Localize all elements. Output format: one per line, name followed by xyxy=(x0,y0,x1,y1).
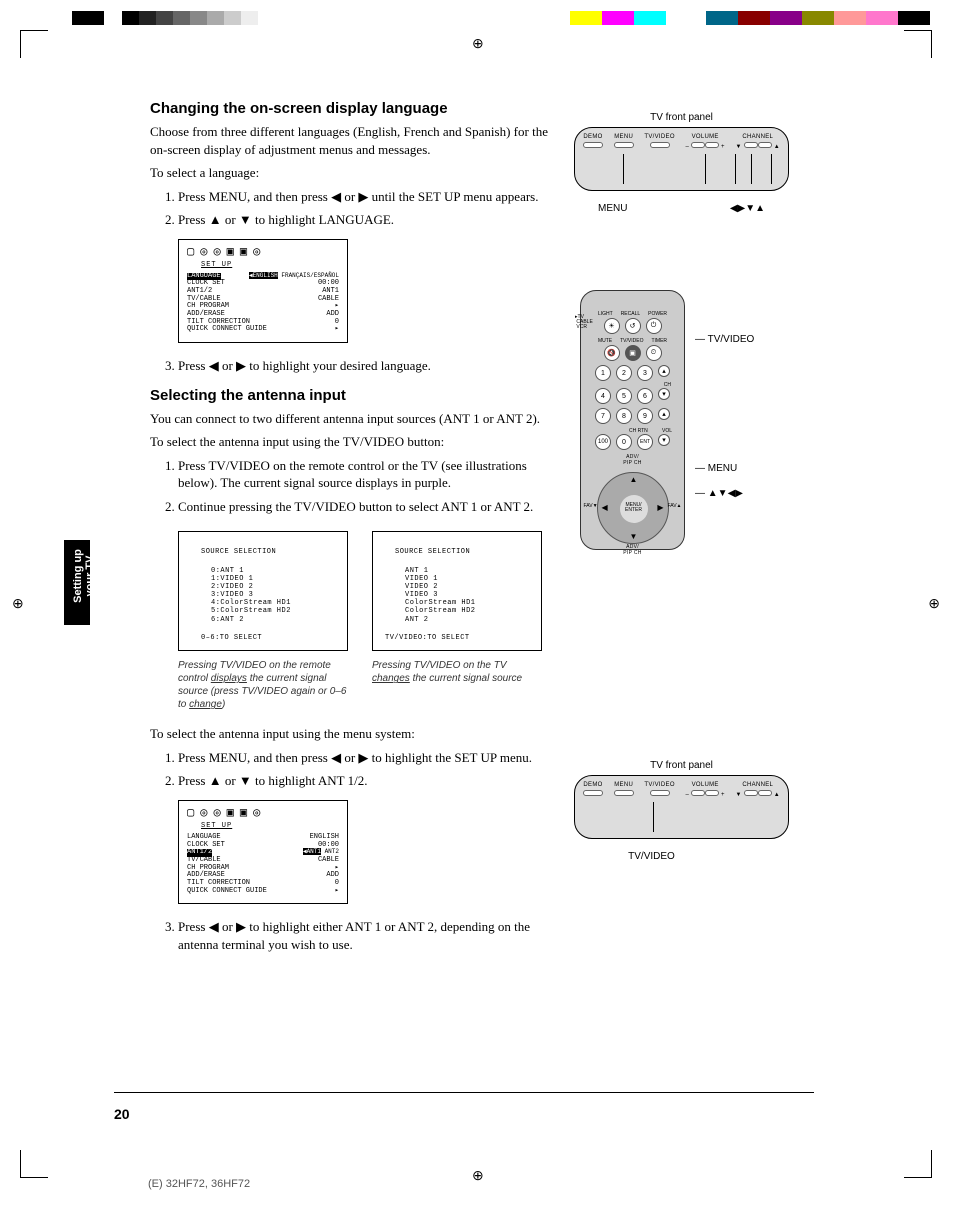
tv-panel-tvvideo-label: TV/VIDEO xyxy=(514,851,789,862)
ent-button: ENT xyxy=(637,434,653,450)
light-button: ☀ xyxy=(604,318,620,334)
menu-enter-button: MENU/ ENTER xyxy=(620,495,648,523)
num-5: 5 xyxy=(616,388,632,404)
section1-intro: Choose from three different languages (E… xyxy=(150,123,550,158)
registration-mark-left: ⊕ xyxy=(12,596,24,613)
num-0: 0 xyxy=(616,434,632,450)
section2-stepA1: Press TV/VIDEO on the remote control or … xyxy=(178,457,550,492)
crop-mark xyxy=(904,1150,932,1178)
recall-button: ↺ xyxy=(625,318,641,334)
onscreen-menu-language: ▢◎◎▣▣◎ SET UP LANGUAGE◀ENGLISH FRANÇAIS/… xyxy=(178,239,348,343)
section2-stepB3: Press ◀ or ▶ to highlight either ANT 1 o… xyxy=(178,918,550,953)
ch-down: ▾ xyxy=(658,388,670,400)
tv-front-panel-diagram-2: TV front panel DEMO MENU TV/VIDEO VOLUME… xyxy=(574,760,789,862)
num-3: 3 xyxy=(637,365,653,381)
tv-panel-menu-label: MENU xyxy=(598,203,627,214)
tv-front-panel-diagram-1: TV front panel DEMO MENU TV/VIDEO VOLUME… xyxy=(574,112,789,214)
num-6: 6 xyxy=(637,388,653,404)
remote-switch: ▸TV CABLE VCR xyxy=(575,315,593,330)
section2-stepB1: Press MENU, and then press ◀ or ▶ to hig… xyxy=(178,749,550,767)
section2-leadB: To select the antenna input using the me… xyxy=(150,725,550,743)
section2-leadA: To select the antenna input using the TV… xyxy=(150,433,550,451)
crop-mark xyxy=(20,30,48,58)
src-lines: ANT 1 VIDEO 1 VIDEO 2 VIDEO 3 ColorStrea… xyxy=(405,567,531,623)
chapter-tab: Setting up your TV xyxy=(64,540,90,625)
tv-panel-title: TV front panel xyxy=(574,112,789,123)
chapter-tab-line2: your TV xyxy=(84,536,96,616)
section1-step3: Press ◀ or ▶ to highlight your desired l… xyxy=(178,357,550,375)
section1-lead: To select a language: xyxy=(150,164,550,182)
num-8: 8 xyxy=(616,408,632,424)
num-7: 7 xyxy=(595,408,611,424)
mute-button: 🔇 xyxy=(604,345,620,361)
num-9: 9 xyxy=(637,408,653,424)
vol-down: ▾ xyxy=(658,434,670,446)
source-selection-tv: SOURCE SELECTION ANT 1 VIDEO 1 VIDEO 2 V… xyxy=(372,531,542,651)
remote-label-tvvideo: TV/VIDEO xyxy=(708,334,755,345)
page-rule xyxy=(114,1092,814,1093)
timer-button: ⏲ xyxy=(646,345,662,361)
section1-heading: Changing the on-screen display language xyxy=(150,100,550,117)
registration-mark-right: ⊕ xyxy=(928,596,940,613)
power-button: ⏻ xyxy=(646,318,662,334)
print-color-bar xyxy=(0,11,954,25)
onscreen-menu-antenna: ▢◎◎▣▣◎ SET UP LANGUAGEENGLISH CLOCK SET0… xyxy=(178,800,348,904)
src-title: SOURCE SELECTION xyxy=(201,548,337,556)
tvvideo-button: ▣ xyxy=(625,345,641,361)
crop-mark xyxy=(904,30,932,58)
document-footer: (E) 32HF72, 36HF72 xyxy=(148,1178,250,1190)
section1-step2: Press ▲ or ▼ to highlight LANGUAGE. xyxy=(178,211,550,229)
num-100: 100 xyxy=(595,434,611,450)
page-number: 20 xyxy=(114,1106,130,1122)
src-footer: 0–6:TO SELECT xyxy=(201,634,337,642)
src-caption-tv: Pressing TV/VIDEO on the TV changes the … xyxy=(372,659,542,711)
section2-heading: Selecting the antenna input xyxy=(150,387,550,404)
src-caption-remote: Pressing TV/VIDEO on the remote control … xyxy=(178,659,348,711)
menu-title: SET UP xyxy=(201,823,339,831)
tv-panel-arrows-label: ◀▶▼▲ xyxy=(730,203,765,214)
remote-dpad: ▲ ▼ ◀ ▶ MENU/ ENTER FAV▼ FAV▲ xyxy=(597,472,669,544)
remote-diagram: ▸TV CABLE VCR LIGHTRECALLPOWER ☀↺⏻ MUTET… xyxy=(580,290,754,550)
num-4: 4 xyxy=(595,388,611,404)
section1-step1: Press MENU, and then press ◀ or ▶ until … xyxy=(178,188,550,206)
section2-stepB2: Press ▲ or ▼ to highlight ANT 1/2. xyxy=(178,772,550,790)
remote-label-menu: MENU xyxy=(708,463,737,474)
registration-mark-bottom: ⊕ xyxy=(472,1168,484,1185)
section2-intro: You can connect to two different antenna… xyxy=(150,410,550,428)
menu-tab-icons: ▢◎◎▣▣◎ xyxy=(187,807,339,820)
crop-mark xyxy=(20,1150,48,1178)
vol-up: ▴ xyxy=(658,408,670,420)
src-footer: TV/VIDEO:TO SELECT xyxy=(385,634,531,642)
section2-stepA2: Continue pressing the TV/VIDEO button to… xyxy=(178,498,550,516)
chapter-tab-line1: Setting up xyxy=(72,536,84,616)
num-1: 1 xyxy=(595,365,611,381)
src-lines: 0:ANT 1 1:VIDEO 1 2:VIDEO 2 3:VIDEO 3 4:… xyxy=(211,567,337,623)
source-selection-remote: SOURCE SELECTION 0:ANT 1 1:VIDEO 1 2:VID… xyxy=(178,531,348,651)
registration-mark-top: ⊕ xyxy=(472,36,484,53)
tv-panel-title: TV front panel xyxy=(574,760,789,771)
menu-tab-icons: ▢◎◎▣▣◎ xyxy=(187,246,339,259)
remote-label-arrows: ▲▼◀▶ xyxy=(708,488,743,499)
num-2: 2 xyxy=(616,365,632,381)
menu-title: SET UP xyxy=(201,262,339,270)
ch-up: ▴ xyxy=(658,365,670,377)
src-title: SOURCE SELECTION xyxy=(395,548,531,556)
